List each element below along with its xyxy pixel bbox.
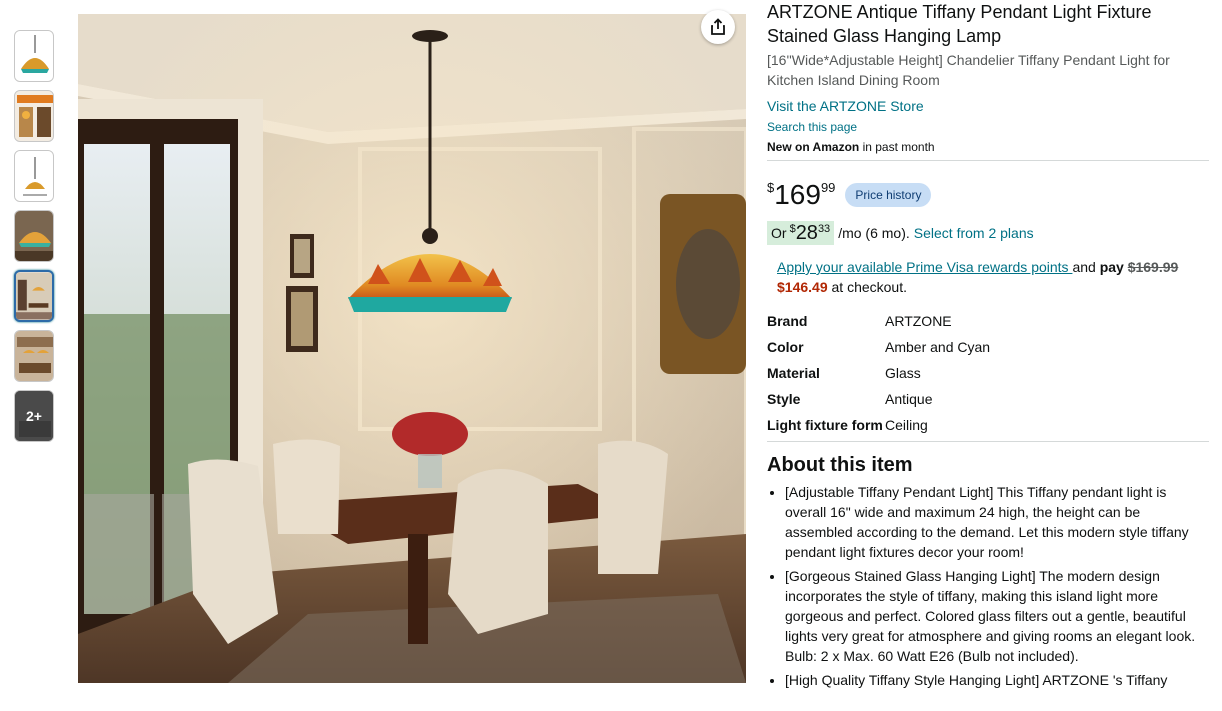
monthly-or: Or (771, 225, 787, 241)
thumbnail-lamp[interactable] (14, 30, 54, 82)
thumbnail-strip: 2+ (14, 30, 54, 450)
product-title: ARTZONE Antique Tiffany Pendant Light Fi… (767, 2, 1152, 46)
search-page-link[interactable]: Search this page (767, 118, 1209, 136)
price-fraction: 99 (820, 180, 836, 195)
rewards-new-price: $146.49 (777, 279, 828, 295)
thumbnail-dining-room[interactable] (14, 270, 54, 322)
spec-key: Style (767, 391, 801, 407)
divider (767, 441, 1209, 442)
about-bullet: [High Quality Tiffany Style Hanging Ligh… (785, 670, 1209, 690)
rewards-at-checkout: at checkout. (827, 279, 907, 295)
price: $ 169 99 (767, 180, 835, 210)
spec-key: Color (767, 339, 804, 355)
spec-value: Glass (885, 365, 921, 381)
monthly-payment: Or $ 28 33 /mo (6 mo). Select from 2 pla… (767, 221, 1209, 245)
monthly-whole: 28 (795, 222, 818, 244)
spec-value: Ceiling (885, 417, 928, 433)
spec-row: Brand ARTZONE (767, 311, 1209, 331)
product-specs: Brand ARTZONE Color Amber and Cyan Materia… (767, 311, 1209, 435)
spec-row: Light fixture form Ceiling (767, 415, 1209, 435)
monthly-period: /mo (6 mo). (838, 225, 910, 241)
product-subtitle: [16''Wide*Adjustable Height] Chandelier … (767, 52, 1170, 88)
store-link[interactable]: Visit the ARTZONE Store (767, 96, 1209, 116)
monthly-fraction: 33 (817, 223, 831, 235)
spec-value: ARTZONE (885, 313, 952, 329)
spec-row: Style Antique (767, 389, 1209, 409)
price-whole: 169 (774, 179, 821, 210)
about-bullets: [Adjustable Tiffany Pendant Light] This … (767, 482, 1209, 690)
new-on-amazon: New on Amazon in past month (767, 138, 1209, 156)
rewards-and: and (1072, 259, 1100, 275)
spec-row: Material Glass (767, 363, 1209, 383)
price-history-button[interactable]: Price history (845, 183, 932, 207)
select-plans-link[interactable]: Select from 2 plans (914, 225, 1034, 241)
share-button[interactable] (701, 10, 735, 44)
spec-row: Color Amber and Cyan (767, 337, 1209, 357)
rewards-old-price: $169.99 (1127, 259, 1179, 275)
rewards-pay: pay (1099, 259, 1124, 275)
thumbnail-dimensions[interactable] (14, 90, 54, 142)
divider (767, 160, 1209, 161)
about-bullet: [Adjustable Tiffany Pendant Light] This … (785, 482, 1209, 562)
new-on-amazon-rest: in past month (859, 140, 935, 154)
about-heading: About this item (767, 454, 913, 476)
spec-key: Material (767, 365, 820, 381)
new-on-amazon-bold: New on Amazon (767, 140, 860, 154)
thumbnail-kitchen[interactable] (14, 330, 54, 382)
monthly-amount: Or $ 28 33 (767, 221, 835, 245)
rewards-offer: Apply your available Prime Visa rewards … (777, 257, 1209, 297)
thumbnail-more[interactable]: 2+ (14, 390, 54, 442)
product-info: ARTZONE Antique Tiffany Pendant Light Fi… (767, 0, 1209, 694)
main-product-image[interactable] (78, 14, 746, 683)
thumbnail-lit-lamp[interactable] (14, 210, 54, 262)
spec-key: Brand (767, 313, 808, 329)
thumbnail-more-label: 2+ (26, 408, 42, 424)
spec-value: Amber and Cyan (885, 339, 991, 355)
prime-visa-rewards-link[interactable]: Apply your available Prime Visa rewards … (777, 259, 1072, 275)
share-icon (711, 18, 725, 35)
about-bullet: [Gorgeous Stained Glass Hanging Light] T… (785, 566, 1209, 666)
price-row: $ 169 99 Price history (767, 175, 1209, 215)
spec-value: Antique (885, 391, 933, 407)
thumbnail-size-chart[interactable] (14, 150, 54, 202)
spec-key: Light fixture form (767, 417, 883, 433)
price-symbol: $ (767, 180, 775, 195)
